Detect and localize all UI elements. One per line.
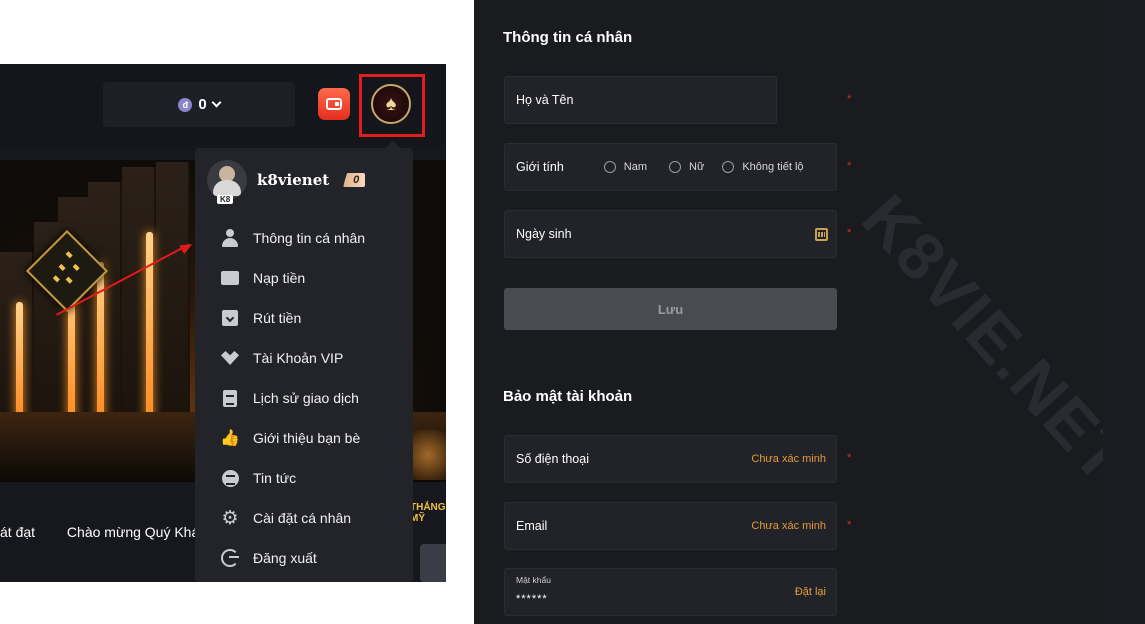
personal-info-title: Thông tin cá nhân	[503, 29, 633, 46]
avatar-tag: K8	[217, 195, 234, 204]
radio-label: Nữ	[689, 161, 705, 173]
menu-list: Thông tin cá nhân Nạp tiền Rút tiền Tài …	[219, 218, 365, 578]
radio-label: Không tiết lộ	[742, 161, 804, 173]
menu-item-personal-info[interactable]: Thông tin cá nhân	[219, 218, 365, 258]
avatar: K8	[207, 160, 247, 204]
balance-dropdown[interactable]: đ 0	[103, 82, 295, 127]
menu-item-label: Rút tiền	[253, 310, 302, 326]
account-security-title: Bảo mật tài khoản	[503, 388, 633, 405]
top-bar: đ 0 ♠	[0, 64, 446, 146]
save-button[interactable]: Lưu	[504, 288, 837, 330]
menu-item-vip-account[interactable]: Tài Khoản VIP	[219, 338, 365, 378]
gear-icon: ⚙	[221, 507, 239, 529]
thumbs-up-icon: 👍	[220, 430, 240, 447]
balance-value: 0	[198, 96, 207, 113]
history-icon	[219, 387, 241, 409]
marquee-text: Chào mừng Quý Khá	[66, 524, 200, 540]
password-value: ******	[516, 593, 548, 605]
radio-icon	[603, 161, 616, 173]
menu-item-label: Giới thiệu bạn bè	[253, 430, 361, 446]
marquee-text: át đạt	[0, 524, 36, 540]
profile-header: K8 k8vienet 0	[207, 160, 366, 204]
menu-item-news[interactable]: Tin tức	[219, 458, 365, 498]
logout-icon	[219, 547, 241, 569]
withdraw-icon	[219, 307, 241, 329]
gender-radio-female[interactable]: Nữ	[669, 161, 704, 173]
menu-item-label: Đăng xuất	[253, 550, 317, 566]
announcement-marquee: át đạt Chào mừng Quý Khá	[0, 524, 227, 540]
full-name-placeholder: Họ và Tên	[516, 93, 574, 107]
password-reset-link[interactable]: Đặt lại	[795, 586, 826, 598]
menu-item-logout[interactable]: Đăng xuất	[219, 538, 365, 578]
person-icon	[219, 227, 241, 249]
gender-radio-undisclosed[interactable]: Không tiết lộ	[722, 161, 804, 173]
chevron-down-icon	[211, 97, 222, 108]
radio-label: Nam	[623, 161, 648, 173]
birthday-field[interactable]: Ngày sinh	[504, 210, 837, 258]
menu-item-deposit[interactable]: Nạp tiền	[219, 258, 365, 298]
watermark: K8VIE.NET	[848, 180, 1144, 498]
password-field: Mật khẩu ****** Đặt lại	[504, 568, 837, 616]
menu-item-label: Tài Khoản VIP	[253, 350, 344, 366]
profile-dropdown-menu: K8 k8vienet 0 Thông tin cá nhân Nạp tiền…	[195, 148, 413, 582]
vip-badge: 0	[343, 173, 366, 187]
birthday-label: Ngày sinh	[516, 227, 572, 241]
required-mark: *	[847, 160, 852, 172]
menu-item-transaction-history[interactable]: Lịch sử giao dịch	[219, 378, 365, 418]
deposit-icon	[219, 267, 241, 289]
promo-thumbnail	[410, 430, 446, 480]
required-mark: *	[847, 227, 852, 239]
radio-icon	[669, 161, 682, 173]
phone-label: Số điện thoại	[516, 452, 589, 466]
email-field: Email Chưa xác minh	[504, 502, 837, 550]
radio-icon	[722, 161, 735, 173]
required-mark: *	[847, 519, 852, 531]
wallet-button[interactable]	[318, 88, 350, 120]
password-label: Mật khẩu	[516, 575, 551, 585]
avatar-highlight-box	[359, 74, 425, 137]
wallet-icon	[326, 98, 342, 110]
username: k8vienet	[257, 171, 330, 189]
gender-radio-male[interactable]: Nam	[603, 161, 648, 173]
required-mark: *	[847, 93, 852, 105]
menu-item-label: Thông tin cá nhân	[253, 230, 366, 246]
menu-caret	[386, 140, 400, 148]
full-name-field[interactable]: Họ và Tên	[504, 76, 777, 124]
side-floating-tab[interactable]	[420, 544, 446, 582]
menu-item-label: Nạp tiền	[253, 270, 306, 286]
gender-field: Giới tính Nam Nữ Không tiết lộ	[504, 143, 837, 191]
menu-item-refer-friends[interactable]: 👍 Giới thiệu bạn bè	[219, 418, 365, 458]
menu-item-label: Tin tức	[253, 470, 297, 486]
right-screenshot: K8VIE.NET Thông tin cá nhân Họ và Tên * …	[474, 0, 1145, 624]
menu-item-label: Cài đặt cá nhân	[253, 510, 352, 526]
phone-field: Số điện thoại Chưa xác minh	[504, 435, 837, 483]
email-verify-link[interactable]: Chưa xác minh	[751, 520, 826, 532]
left-screenshot: đ 0 ♠ THẮNG MỸ át đạt Chào mừng Quý Khá …	[0, 64, 446, 582]
menu-item-withdraw[interactable]: Rút tiền	[219, 298, 365, 338]
gender-label: Giới tính	[516, 160, 564, 174]
promo-text: THẮNG MỸ	[410, 502, 446, 524]
required-mark: *	[847, 452, 852, 464]
menu-item-settings[interactable]: ⚙ Cài đặt cá nhân	[219, 498, 365, 538]
email-label: Email	[516, 519, 548, 533]
phone-verify-link[interactable]: Chưa xác minh	[751, 453, 826, 465]
vip-icon	[219, 347, 241, 369]
calendar-icon[interactable]	[815, 228, 828, 241]
menu-item-label: Lịch sử giao dịch	[253, 390, 359, 406]
chat-icon	[219, 467, 241, 489]
coin-icon: đ	[178, 97, 193, 112]
